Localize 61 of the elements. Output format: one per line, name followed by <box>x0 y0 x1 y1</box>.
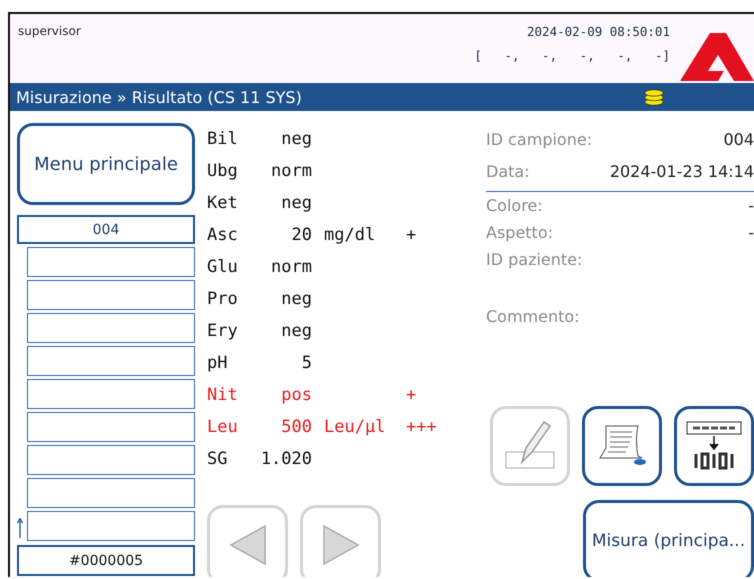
parameter-value: neg <box>280 193 312 213</box>
print-button[interactable] <box>582 406 662 486</box>
status-readout: [ -, -, -, -, -] <box>474 48 670 63</box>
parameter-name: Glu <box>207 257 239 277</box>
up-arrow-icon <box>17 518 23 538</box>
grade-text: +++ <box>406 417 437 437</box>
parameter-value: neg <box>280 289 312 309</box>
parameter-name: Nit <box>207 385 239 405</box>
sample-list-item[interactable] <box>27 247 195 277</box>
field-label: Commento: <box>486 307 580 326</box>
parameter-unit: mg/dl <box>324 225 376 245</box>
field-label: ID paziente: <box>486 250 582 269</box>
sample-list-item[interactable] <box>27 511 195 541</box>
parameter-name: Leu <box>207 417 239 437</box>
screen-title: Misurazione » Risultato (CS 11 SYS) <box>16 88 302 106</box>
sample-list-item[interactable] <box>27 280 195 310</box>
parameter-name: Pro <box>207 289 239 309</box>
sample-list-item[interactable] <box>27 412 195 442</box>
parameter-name: Bil <box>207 129 239 149</box>
sample-list-item[interactable]: 004 <box>17 215 195 244</box>
field-label: Data: <box>486 162 530 180</box>
main-menu-button[interactable]: Menu principale <box>17 123 195 205</box>
field-label: Colore: <box>486 196 543 215</box>
parameter-value: pos <box>280 385 312 405</box>
left-triangle-icon <box>228 524 266 566</box>
sample-counter: #0000005 <box>17 545 195 576</box>
parameter-unit: Leu/µl <box>324 417 386 437</box>
parameter-value: 20 <box>290 225 312 245</box>
parameter-value: norm <box>270 257 312 277</box>
right-triangle-icon <box>322 524 360 566</box>
parameter-name: Asc <box>207 225 239 245</box>
sample-list-item[interactable] <box>27 313 195 343</box>
parameter-name: pH <box>207 353 228 373</box>
parameter-value: 5 <box>300 353 312 373</box>
parameter-name: Ket <box>207 193 239 213</box>
parameter-name: SG <box>207 449 228 469</box>
sample-list-item[interactable] <box>27 379 195 409</box>
sample-list-item[interactable] <box>27 478 195 508</box>
measure-button[interactable]: Misura (principa... <box>583 500 754 577</box>
parameter-name: Ubg <box>207 161 239 181</box>
field-value: 004 <box>723 130 754 148</box>
parameter-name: Ery <box>207 321 239 341</box>
coins-icon <box>644 88 664 106</box>
parameter-value: norm <box>270 161 312 181</box>
grade-text: + <box>406 385 416 405</box>
parameter-value: 1.020 <box>260 449 312 469</box>
field-label: Aspetto: <box>486 223 554 242</box>
encode-button[interactable] <box>674 406 754 486</box>
logo-icon <box>680 33 754 81</box>
parameter-value: neg <box>280 321 312 341</box>
field-value: - <box>748 196 754 215</box>
parameter-value: 500 <box>280 417 312 437</box>
grade-text: + <box>406 225 416 245</box>
sample-list-item[interactable] <box>27 445 195 475</box>
date-time: 2024-02-09 08:50:01 <box>527 24 670 39</box>
field-value: 2024-01-23 14:14 <box>610 162 754 180</box>
user-name: supervisor <box>18 24 81 39</box>
field-label: ID campione: <box>486 130 592 148</box>
parameter-value: neg <box>280 129 312 149</box>
sample-list-item[interactable] <box>27 346 195 376</box>
field-value: - <box>748 223 754 242</box>
